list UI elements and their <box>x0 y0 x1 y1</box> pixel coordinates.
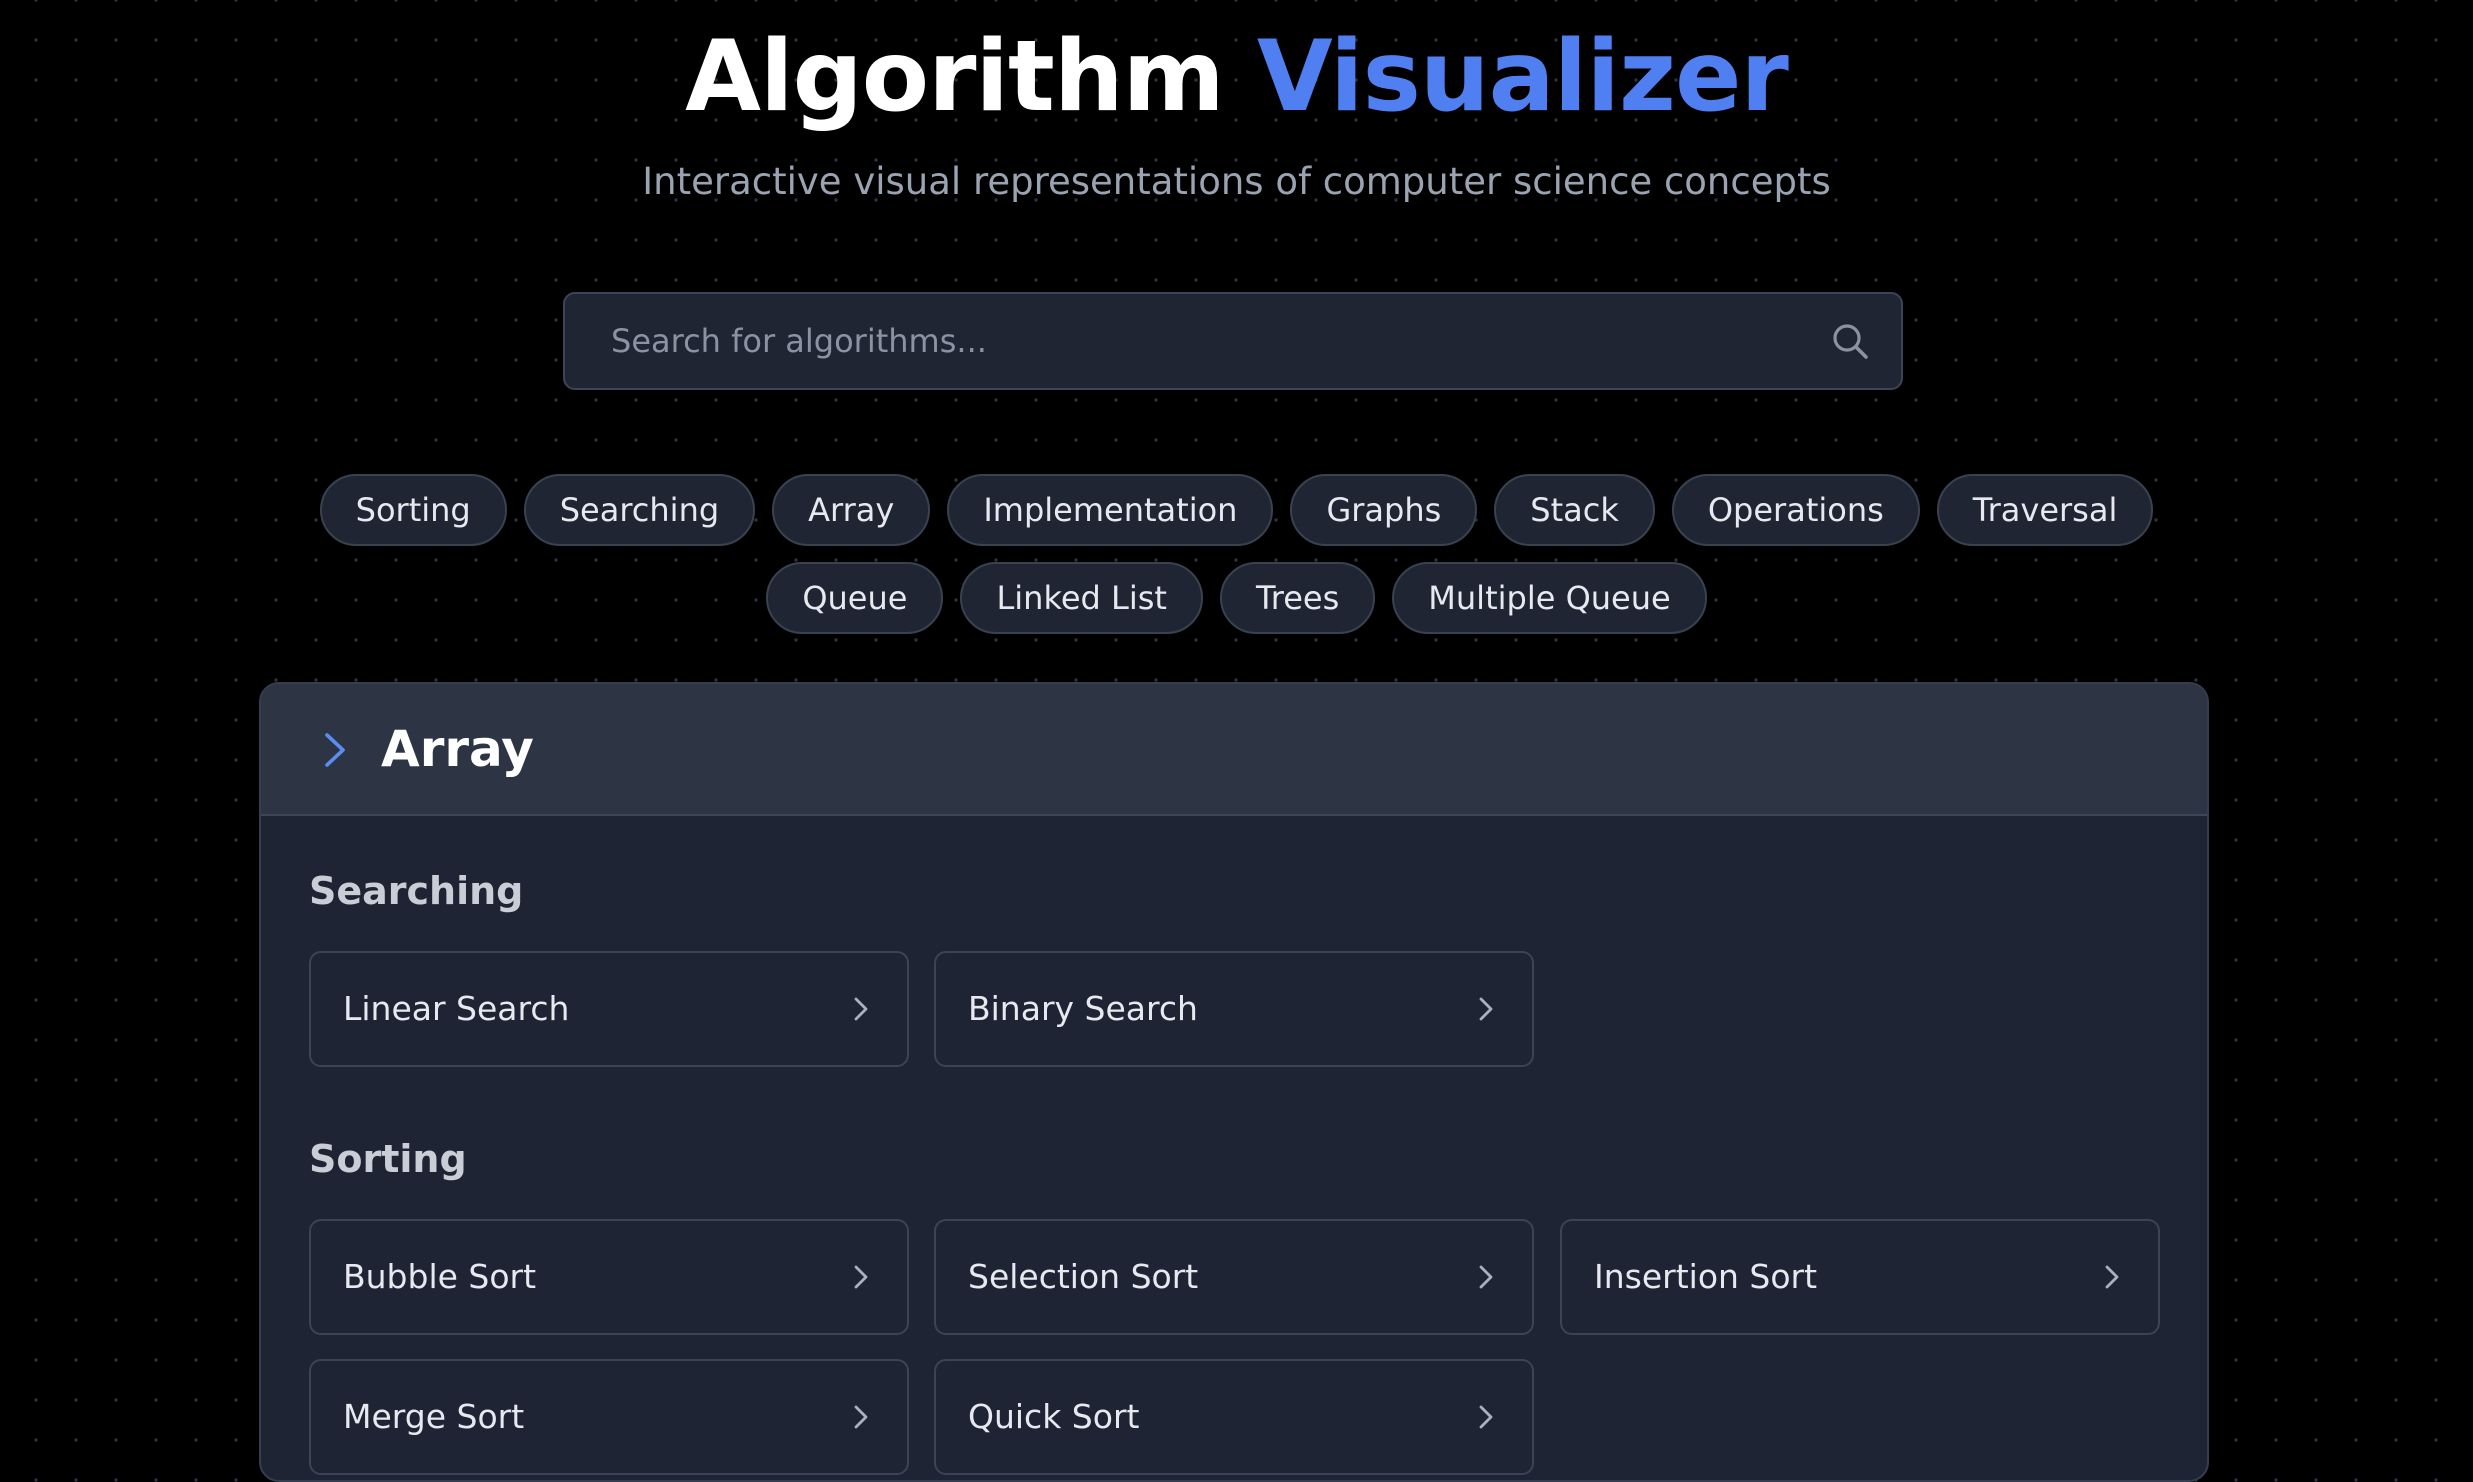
filter-chip-stack[interactable]: Stack <box>1494 474 1655 546</box>
page-title: Algorithm Visualizer <box>0 12 2473 142</box>
chevron-right-icon <box>1479 1405 1493 1429</box>
card-label: Binary Search <box>968 989 1198 1028</box>
filter-row: Queue Linked List Trees Multiple Queue <box>0 562 2473 634</box>
card-label: Merge Sort <box>343 1397 525 1436</box>
chevron-right-icon <box>854 1405 868 1429</box>
search-icon[interactable] <box>1829 320 1871 362</box>
chevron-right-icon <box>2105 1265 2119 1289</box>
card-label: Selection Sort <box>968 1257 1199 1296</box>
algorithm-card-insertion-sort[interactable]: Insertion Sort <box>1560 1219 2160 1335</box>
card-label: Linear Search <box>343 989 570 1028</box>
chevron-right-icon[interactable] <box>317 730 353 770</box>
filter-chip-implementation[interactable]: Implementation <box>947 474 1274 546</box>
filter-chip-searching[interactable]: Searching <box>523 474 756 546</box>
algorithm-card-linear-search[interactable]: Linear Search <box>309 951 909 1067</box>
search-input[interactable] <box>611 294 1771 388</box>
search-bar <box>563 292 1903 390</box>
filter-chip-traversal[interactable]: Traversal <box>1936 474 2154 546</box>
filter-chip-linked-list[interactable]: Linked List <box>960 562 1203 634</box>
category-title: Array <box>381 720 534 778</box>
filter-chip-graphs[interactable]: Graphs <box>1290 474 1478 546</box>
page-subtitle: Interactive visual representations of co… <box>642 160 1831 203</box>
title-main: Algorithm <box>685 20 1225 134</box>
algorithm-card-selection-sort[interactable]: Selection Sort <box>934 1219 1534 1335</box>
filter-row: Sorting Searching Array Implementation G… <box>0 474 2473 546</box>
filter-chip-queue[interactable]: Queue <box>766 562 944 634</box>
section-heading-searching: Searching <box>309 869 524 913</box>
card-label: Insertion Sort <box>1594 1257 1818 1296</box>
chevron-right-icon <box>1479 1265 1493 1289</box>
filter-chip-sorting[interactable]: Sorting <box>319 474 507 546</box>
category-header[interactable]: Array <box>261 684 2207 816</box>
section-heading-sorting: Sorting <box>309 1137 467 1181</box>
algorithm-card-binary-search[interactable]: Binary Search <box>934 951 1534 1067</box>
chevron-right-icon <box>854 997 868 1021</box>
chevron-right-icon <box>854 1265 868 1289</box>
filter-chip-multiple-queue[interactable]: Multiple Queue <box>1392 562 1707 634</box>
filter-chip-trees[interactable]: Trees <box>1219 562 1376 634</box>
algorithm-card-bubble-sort[interactable]: Bubble Sort <box>309 1219 909 1335</box>
chevron-right-icon <box>1479 997 1493 1021</box>
card-label: Quick Sort <box>968 1397 1140 1436</box>
filter-chip-array[interactable]: Array <box>772 474 931 546</box>
title-accent: Visualizer <box>1256 20 1789 134</box>
category-panel-array: Array Searching Linear Search Binary Sea… <box>259 682 2209 1482</box>
card-label: Bubble Sort <box>343 1257 537 1296</box>
filter-chip-operations[interactable]: Operations <box>1671 474 1920 546</box>
filter-chips: Sorting Searching Array Implementation G… <box>0 474 2473 650</box>
